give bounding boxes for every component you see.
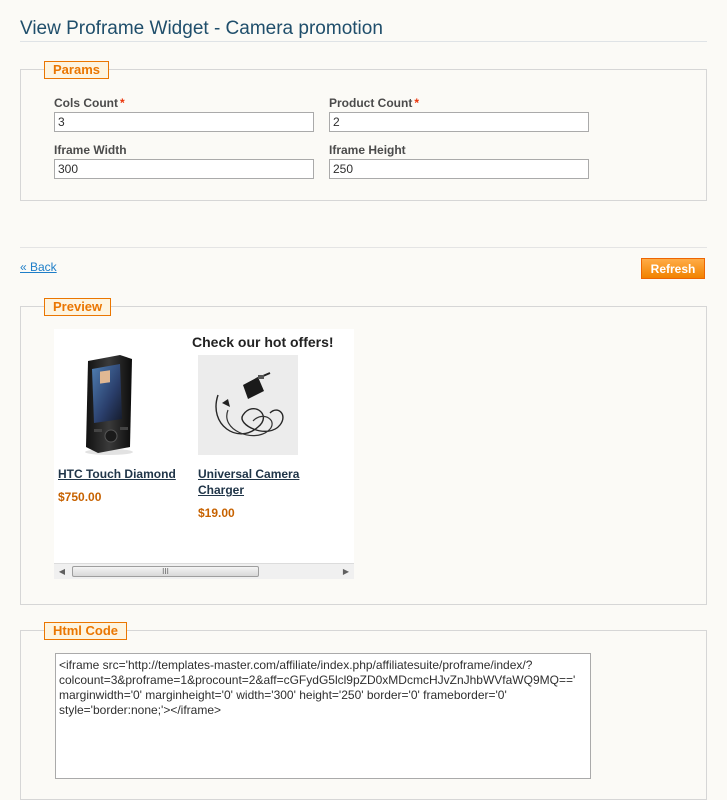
cols-count-input[interactable] — [54, 112, 314, 132]
scroll-thumb[interactable]: III — [72, 566, 259, 577]
cols-count-label-text: Cols Count — [54, 96, 118, 110]
htc-phone-image[interactable] — [76, 353, 138, 457]
product-count-input[interactable] — [329, 112, 589, 132]
product-name-line1: Universal Camera — [198, 467, 300, 481]
html-code-legend: Html Code — [44, 622, 127, 640]
cols-count-label: Cols Count * — [54, 96, 125, 110]
iframe-width-input[interactable] — [54, 159, 314, 179]
product-name-camera-charger[interactable]: Universal Camera Charger — [198, 466, 299, 498]
refresh-button[interactable]: Refresh — [641, 258, 705, 279]
product-name-line2: Charger — [198, 483, 245, 497]
preview-fieldset: Preview Check our hot offers! HTC Touch … — [20, 298, 707, 605]
offers-heading: Check our hot offers! — [192, 334, 334, 350]
back-link[interactable]: « Back — [20, 260, 57, 274]
product-price-camera-charger: $19.00 — [198, 506, 235, 520]
iframe-height-label: Iframe Height — [329, 143, 406, 157]
html-code-fieldset: Html Code <iframe src='http://templates-… — [20, 622, 707, 800]
html-code-textarea[interactable]: <iframe src='http://templates-master.com… — [55, 653, 591, 779]
scroll-right-icon[interactable]: ▶ — [338, 564, 354, 579]
params-fieldset: Params Cols Count* Product Count* Iframe… — [20, 61, 707, 201]
horizontal-scrollbar[interactable]: ◀ III ▶ — [54, 563, 354, 579]
preview-legend: Preview — [44, 298, 112, 316]
section-divider — [20, 247, 707, 248]
title-divider — [20, 41, 707, 42]
required-marker: * — [414, 96, 419, 110]
params-legend: Params — [44, 61, 109, 79]
page-title: View Proframe Widget - Camera promotion — [20, 18, 383, 39]
product-count-label-text: Product Count — [329, 96, 413, 110]
required-marker: * — [120, 96, 125, 110]
iframe-width-label: Iframe Width — [54, 143, 127, 157]
product-price-htc: $750.00 — [58, 490, 102, 504]
scroll-left-icon[interactable]: ◀ — [54, 564, 70, 579]
product-name-htc[interactable]: HTC Touch Diamond — [58, 466, 176, 482]
preview-iframe: Check our hot offers! HTC Touch Diamond … — [54, 329, 354, 579]
iframe-height-input[interactable] — [329, 159, 589, 179]
camera-charger-image[interactable] — [198, 355, 298, 455]
product-count-label: Product Count * — [329, 96, 419, 110]
